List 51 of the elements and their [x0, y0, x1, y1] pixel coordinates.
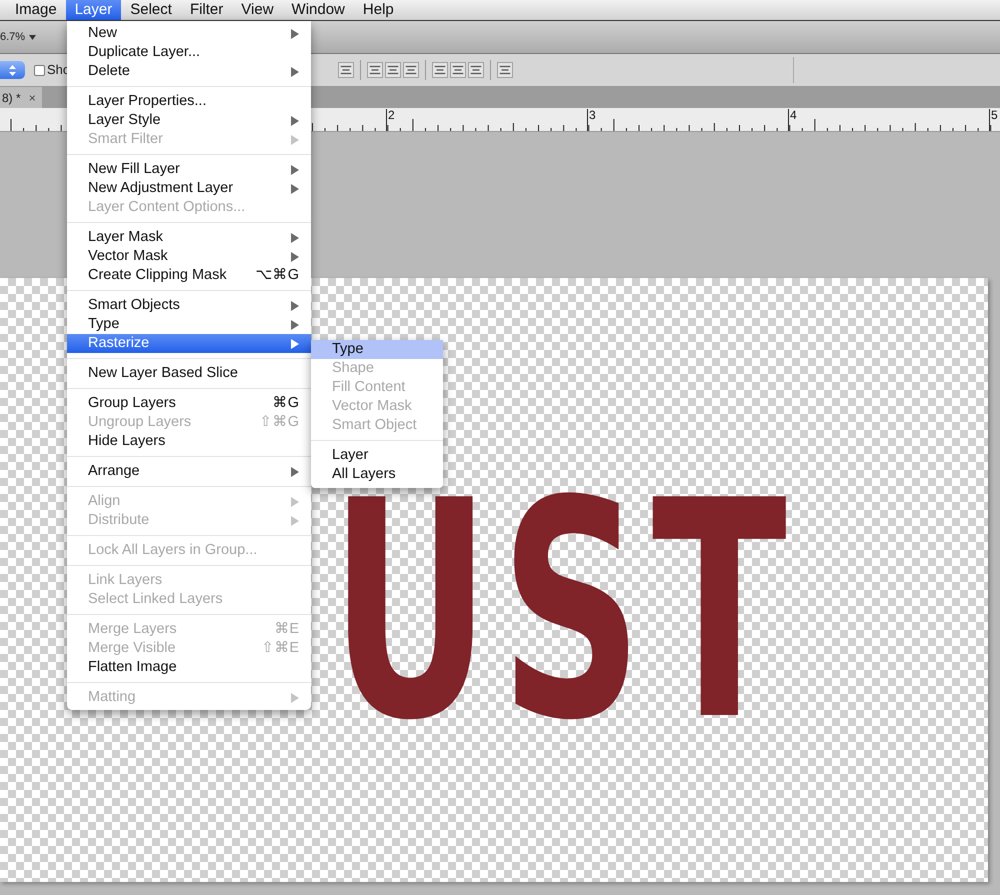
align-icon[interactable] [385, 62, 402, 78]
menu-item[interactable]: New Adjustment Layer [67, 179, 311, 198]
align-icon[interactable] [432, 62, 448, 78]
ruler-label: 2 [386, 109, 395, 131]
menu-item[interactable]: Hide Layers [67, 432, 311, 451]
updown-icon [9, 64, 16, 76]
ruler-label: 4 [788, 109, 797, 131]
menu-bar-item[interactable]: Filter [180, 0, 232, 20]
menu-item[interactable]: Layer Mask [67, 228, 311, 247]
submenu-arrow-icon [291, 28, 299, 38]
menu-item[interactable]: Duplicate Layer... [67, 43, 311, 62]
menu-item[interactable]: Type [67, 315, 311, 334]
menu-bar-item[interactable]: Select [121, 0, 181, 20]
menu-item[interactable]: Group Layers ⌘G [67, 394, 311, 413]
menu-item[interactable]: Flatten Image [67, 658, 311, 677]
menu-item[interactable]: Rasterize [67, 334, 311, 353]
menu-item[interactable]: New Layer Based Slice [67, 364, 311, 383]
ruler-label: 3 [587, 109, 596, 131]
submenu-arrow-icon [291, 692, 299, 702]
stepper-control[interactable] [0, 61, 25, 79]
menu-bar-item[interactable]: Window [282, 0, 354, 20]
document-tab[interactable]: 8) * × [0, 87, 42, 108]
caret-icon [29, 34, 36, 40]
submenu-arrow-icon [291, 466, 299, 476]
align-icon[interactable] [367, 62, 384, 78]
zoom-dropdown[interactable]: 6.7% [0, 28, 36, 46]
close-button[interactable]: × [28, 88, 36, 106]
menu-bar-item[interactable]: View [232, 0, 283, 20]
menu-item[interactable]: Create Clipping Mask ⌥⌘G [67, 266, 311, 285]
menu-item[interactable]: All Layers [311, 465, 443, 484]
menu-bar-item[interactable]: Help [354, 0, 403, 20]
menu-item[interactable]: Layer Properties... [67, 92, 311, 111]
canvas-text: UST [328, 491, 798, 733]
menu-item[interactable]: Arrange [67, 462, 311, 481]
menu-item[interactable]: Vector Mask [67, 247, 311, 266]
menu-item[interactable]: Layer Style [67, 111, 311, 130]
menu-bar-item[interactable]: Image [6, 0, 66, 20]
menu-item[interactable]: New [67, 24, 311, 43]
menu-item[interactable]: Layer [311, 446, 443, 465]
menu-item[interactable]: Type [311, 340, 443, 359]
align-icon[interactable] [338, 62, 354, 78]
align-icon[interactable] [403, 62, 420, 78]
menu-bar-item[interactable]: Layer [66, 0, 122, 20]
menu-item[interactable]: Delete [67, 62, 311, 81]
align-icon[interactable] [450, 62, 466, 78]
align-icon[interactable] [497, 62, 514, 78]
align-icon[interactable] [468, 62, 484, 78]
submenu-arrow-icon [291, 66, 299, 76]
ruler-label: 5 [989, 109, 998, 131]
menu-item[interactable]: Smart Objects [67, 296, 311, 315]
menu-item[interactable]: New Fill Layer [67, 160, 311, 179]
